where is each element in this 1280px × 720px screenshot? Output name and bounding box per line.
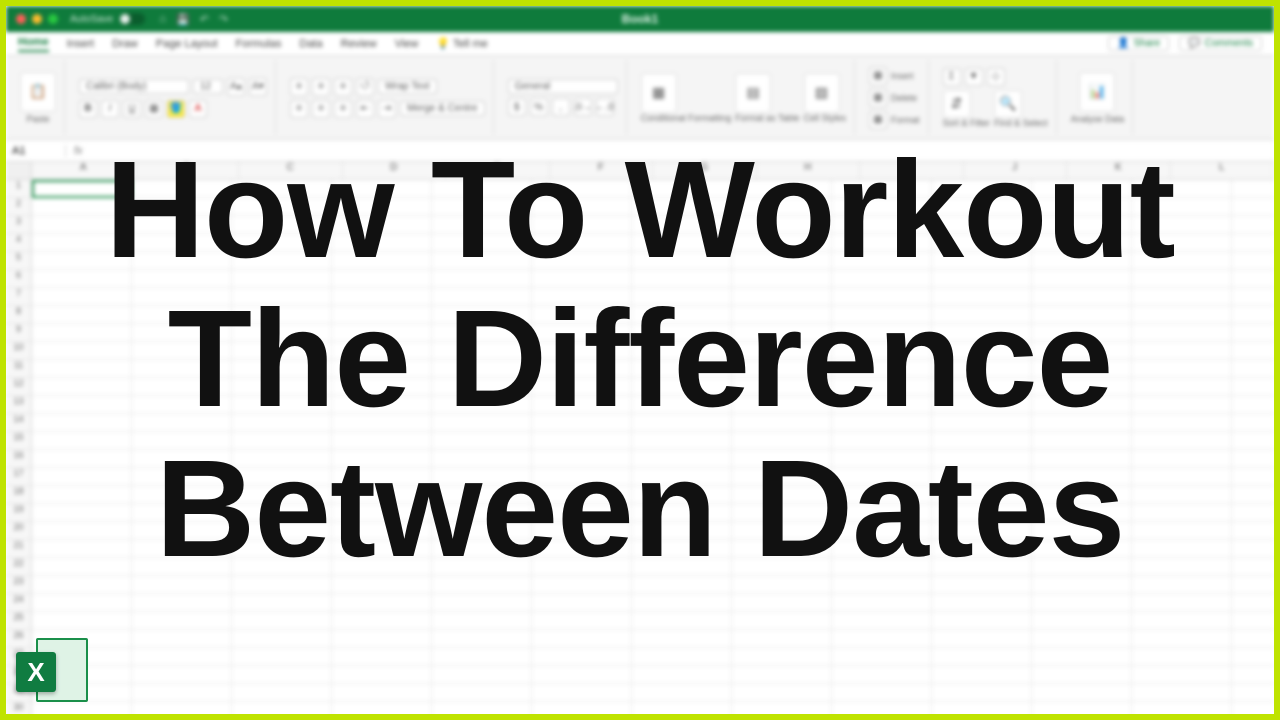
title-line-3: Between Dates bbox=[156, 435, 1125, 584]
title-overlay: How To Workout The Difference Between Da… bbox=[6, 6, 1274, 714]
title-line-2: The Difference bbox=[168, 285, 1113, 434]
title-line-1: How To Workout bbox=[105, 136, 1174, 285]
screenshot-inner: AutoSave ⌂ 💾 ↶ ↷ Book1 Home Insert Draw … bbox=[6, 6, 1274, 714]
excel-x-badge: X bbox=[16, 652, 56, 692]
excel-logo-icon: X bbox=[16, 634, 88, 706]
thumbnail-frame: AutoSave ⌂ 💾 ↶ ↷ Book1 Home Insert Draw … bbox=[0, 0, 1280, 720]
